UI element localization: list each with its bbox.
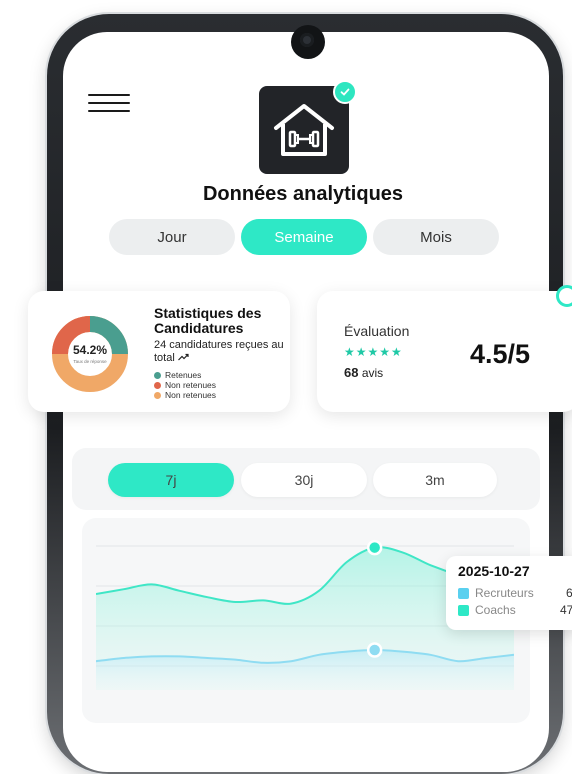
verified-check-icon — [333, 80, 357, 104]
tooltip-value: 6 — [566, 586, 572, 600]
reviews-count: 68 avis — [344, 365, 383, 380]
evaluation-label: Évaluation — [344, 323, 410, 339]
legend-item: Non retenues — [154, 380, 216, 390]
legend-label: Retenues — [165, 370, 202, 380]
stats-title: Statistiques des Candidatures — [154, 305, 262, 336]
legend-item: Non retenues — [154, 390, 216, 400]
legend-item: Retenues — [154, 370, 216, 380]
stats-subtitle: 24 candidatures reçues au total — [154, 339, 294, 365]
tab-mois[interactable]: Mois — [373, 219, 499, 255]
tooltip-row-coachs: Coachs 47 — [458, 603, 572, 617]
highlight-point-coachs[interactable] — [366, 539, 383, 556]
tooltip-row-recruteurs: Recruteurs 6 — [458, 586, 572, 600]
legend-dot — [154, 371, 161, 379]
stats-legend: Retenues Non retenues Non retenues — [154, 370, 216, 400]
reviews-label: avis — [361, 366, 384, 380]
donut-percent: 54.2% — [72, 343, 108, 357]
tab-7j[interactable]: 7j — [108, 463, 234, 497]
recruteurs-swatch — [458, 587, 469, 599]
tab-jour[interactable]: Jour — [109, 219, 235, 255]
tooltip-value: 47 — [560, 603, 572, 617]
legend-label: Non retenues — [165, 390, 217, 400]
tooltip-label: Coachs — [475, 603, 516, 617]
card-indicator-icon — [556, 285, 572, 307]
legend-dot — [154, 381, 161, 389]
donut-caption: Taux de réponse — [73, 359, 107, 364]
trend-up-icon — [177, 353, 189, 361]
star-rating-icon: ★★★★★ — [344, 345, 403, 359]
legend-dot — [154, 391, 161, 399]
evaluation-score: 4.5/5 — [470, 339, 531, 369]
tab-3m[interactable]: 3m — [373, 463, 497, 497]
tooltip-date: 2025-10-27 — [458, 563, 530, 579]
stats-subtitle-text: 24 candidatures reçues au total — [154, 339, 284, 364]
camera-lens-icon — [300, 33, 314, 47]
coachs-swatch — [458, 604, 469, 616]
tab-30j[interactable]: 30j — [241, 463, 367, 497]
reviews-number: 68 — [344, 365, 359, 380]
tab-semaine[interactable]: Semaine — [241, 219, 367, 255]
highlight-point-recruteurs[interactable] — [366, 642, 383, 658]
page-title: Données analytiques — [202, 183, 404, 205]
tooltip-label: Recruteurs — [475, 586, 534, 600]
menu-icon[interactable] — [88, 94, 130, 112]
legend-label: Non retenues — [165, 380, 217, 390]
